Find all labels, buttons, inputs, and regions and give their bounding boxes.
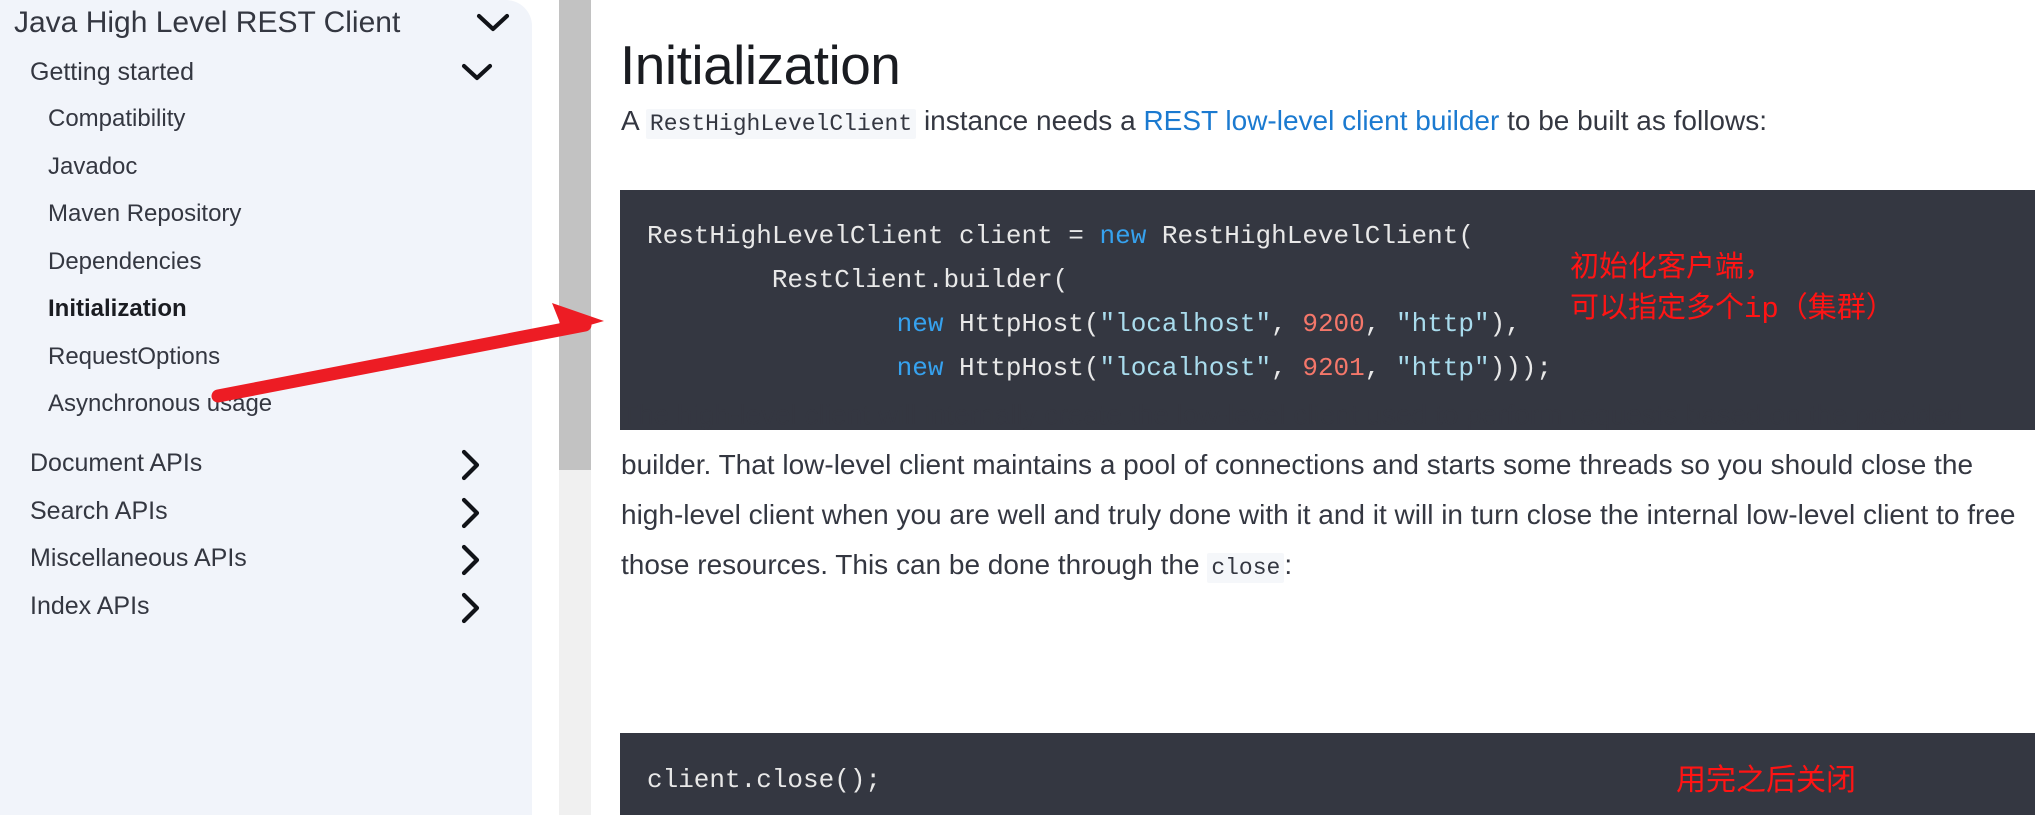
code-token: , bbox=[1364, 309, 1396, 339]
code-token: , bbox=[1271, 309, 1303, 339]
code-token-string: "http" bbox=[1395, 309, 1490, 339]
code-token-string: "localhost" bbox=[1099, 353, 1272, 383]
sidebar-item-label: Getting started bbox=[30, 57, 194, 86]
code-token: , bbox=[1271, 353, 1303, 383]
annotation-line-2: 可以指定多个ip（集群） bbox=[1570, 293, 1895, 326]
code-block-1-lines: RestHighLevelClient client = new RestHig… bbox=[647, 214, 1552, 390]
chevron-right-icon[interactable] bbox=[458, 591, 482, 625]
chevron-down-icon[interactable] bbox=[475, 10, 511, 34]
body-paragraph: The high-level client will internally cr… bbox=[621, 390, 2021, 593]
intro-text-middle: instance needs a bbox=[916, 105, 1144, 136]
sidebar-item-label: Asynchronous usage bbox=[48, 390, 273, 417]
chevron-right-icon[interactable] bbox=[458, 448, 482, 482]
sidebar-item-label: Javadoc bbox=[48, 153, 138, 180]
sidebar-item-label: Search APIs bbox=[30, 496, 168, 525]
sidebar-item-label: Index APIs bbox=[30, 591, 150, 620]
intro-paragraph: A RestHighLevelClient instance needs a R… bbox=[621, 100, 1767, 145]
chevron-right-icon[interactable] bbox=[458, 496, 482, 530]
rest-low-level-client-builder-link[interactable]: REST low-level client builder bbox=[1143, 105, 1499, 136]
code-token: HttpHost( bbox=[943, 309, 1100, 339]
sidebar-item-label: Dependencies bbox=[48, 248, 202, 275]
code-token: , bbox=[1364, 353, 1396, 383]
code-token: ), bbox=[1489, 309, 1521, 339]
code-token-keyword: new bbox=[896, 309, 944, 339]
vertical-scrollbar-thumb[interactable] bbox=[559, 0, 591, 470]
annotation-line-1: 初始化客户端， bbox=[1570, 252, 1774, 285]
sidebar-item-label: Maven Repository bbox=[48, 200, 242, 227]
chevron-down-icon[interactable] bbox=[460, 60, 494, 83]
body-text-before: The high-level client will internally cr… bbox=[621, 399, 2016, 580]
code-token: RestHighLevelClient( bbox=[1146, 221, 1474, 251]
annotation-chinese-init: 初始化客户端， 可以指定多个ip（集群） bbox=[1570, 248, 1895, 330]
code-token: HttpHost( bbox=[943, 353, 1100, 383]
code-block-close: client.close(); 用完之后关闭 bbox=[620, 733, 2035, 815]
code-token: RestClient.builder( bbox=[647, 265, 1069, 295]
code-token-keyword: new bbox=[1099, 221, 1147, 251]
intro-text-before: A bbox=[621, 105, 646, 136]
sidebar-item-asynchronous-usage[interactable]: Asynchronous usage bbox=[0, 373, 532, 435]
code-token-number: 9201 bbox=[1302, 353, 1365, 383]
sidebar-item-label: Miscellaneous APIs bbox=[30, 543, 247, 572]
sidebar-item-index-apis[interactable]: Index APIs bbox=[0, 575, 532, 637]
main-content: Initialization A RestHighLevelClient ins… bbox=[620, 0, 2035, 815]
sidebar-item-label: Document APIs bbox=[30, 448, 203, 477]
page-root: Java High Level REST Client Getting star… bbox=[0, 0, 2035, 815]
annotation-chinese-close: 用完之后关闭 bbox=[1676, 766, 1856, 800]
body-text-after: : bbox=[1284, 549, 1293, 580]
sidebar-navigation: Java High Level REST Client Getting star… bbox=[0, 0, 532, 815]
inline-code-close: close bbox=[1207, 553, 1285, 583]
code-token-keyword: new bbox=[896, 353, 944, 383]
code-token: client.close(); bbox=[647, 765, 882, 795]
code-block-2-lines: client.close(); bbox=[647, 758, 881, 802]
sidebar-item-label: Java High Level REST Client bbox=[14, 6, 401, 39]
inline-code-resthighlevelclient: RestHighLevelClient bbox=[645, 109, 917, 139]
code-token-string: "localhost" bbox=[1099, 309, 1272, 339]
code-token-string: "http" bbox=[1395, 353, 1490, 383]
sidebar-item-label: RequestOptions bbox=[48, 343, 221, 370]
page-title: Initialization bbox=[620, 33, 901, 96]
sidebar-item-label: Compatibility bbox=[48, 105, 186, 132]
intro-text-after: to be built as follows: bbox=[1499, 105, 1768, 136]
chevron-right-icon[interactable] bbox=[458, 543, 482, 577]
code-token: ))); bbox=[1489, 353, 1553, 383]
sidebar-item-label: Initialization bbox=[48, 295, 187, 322]
code-token-number: 9200 bbox=[1302, 309, 1365, 339]
code-token: RestHighLevelClient client = bbox=[647, 221, 1100, 251]
